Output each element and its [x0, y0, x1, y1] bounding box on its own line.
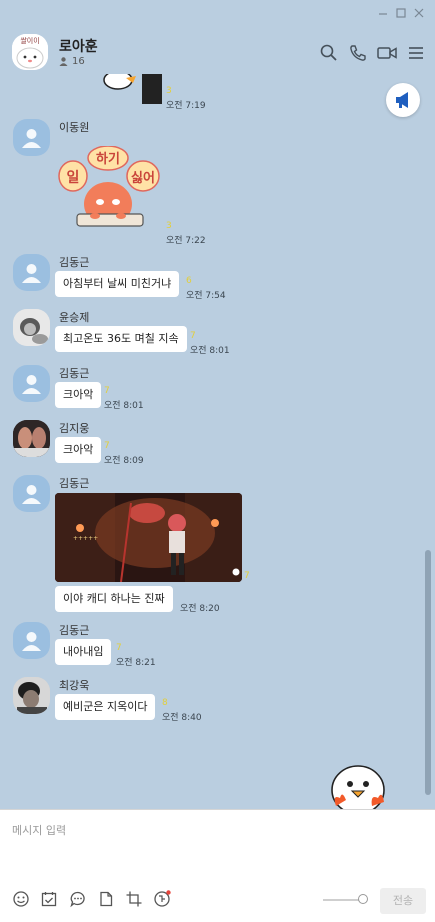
- message-bubble[interactable]: 내아내임: [55, 639, 112, 665]
- message-input[interactable]: 메시지 입력: [12, 822, 66, 838]
- window-title-bar: [0, 0, 435, 26]
- message-bubble[interactable]: 최고온도 36도 며칠 지속: [55, 326, 187, 352]
- sender-name: 최강욱: [59, 679, 90, 692]
- unread-count: 3: [166, 221, 172, 231]
- room-avatar-text: 쌀이이: [20, 36, 39, 45]
- translate-icon[interactable]: [153, 890, 171, 908]
- chat-header: 쌀이이 로아훈 16: [0, 26, 435, 80]
- crop-icon[interactable]: [125, 890, 143, 908]
- room-title[interactable]: 로아훈: [59, 36, 98, 56]
- message-time: 오전 8:21: [116, 658, 156, 668]
- message-time: 오전 7:19: [166, 101, 206, 111]
- message-time: 오전 8:09: [104, 456, 144, 466]
- image-hud-text: +++++: [73, 535, 99, 542]
- sender-name: 김동근: [59, 367, 90, 380]
- avatar[interactable]: [13, 254, 50, 291]
- sender-name: 김동근: [59, 256, 90, 269]
- sender-name: 김동근: [59, 477, 90, 490]
- unread-count: 7: [116, 643, 122, 653]
- chat-bubble-icon[interactable]: [69, 890, 87, 908]
- message-time: 오전 8:40: [162, 713, 202, 723]
- message-bubble[interactable]: 크아악: [55, 382, 102, 408]
- sticker-word: 일: [67, 170, 80, 186]
- message-time: 오전 8:20: [180, 604, 220, 614]
- minimize-icon[interactable]: [374, 4, 392, 22]
- unread-count: 6: [186, 276, 192, 286]
- message-time: 오전 7:22: [166, 236, 206, 246]
- avatar[interactable]: [13, 309, 50, 346]
- sender-name: 김지웅: [59, 422, 90, 435]
- message-time: 오전 8:01: [190, 346, 230, 356]
- unread-count: 3: [166, 86, 172, 96]
- avatar[interactable]: [13, 420, 50, 457]
- sticker-image[interactable]: [100, 74, 170, 110]
- member-icon: [59, 57, 68, 66]
- member-count-value: 16: [72, 56, 85, 67]
- file-icon[interactable]: [97, 890, 115, 908]
- calendar-check-icon[interactable]: [40, 890, 58, 908]
- emoticon-icon[interactable]: [12, 890, 30, 908]
- message-time: 오전 8:01: [104, 401, 144, 411]
- message-bubble[interactable]: 크아악: [55, 437, 102, 463]
- avatar[interactable]: [13, 475, 50, 512]
- message-time: 오전 7:54: [186, 291, 226, 301]
- search-icon[interactable]: [318, 42, 340, 64]
- unread-count: 7: [244, 571, 250, 581]
- maximize-icon[interactable]: [392, 4, 410, 22]
- menu-icon[interactable]: [405, 42, 427, 64]
- chat-window: 쌀이이 로아훈 16 3 오전 7:19 이동원 일 하기 싫어 3 오전 7:…: [0, 0, 435, 922]
- avatar[interactable]: [13, 622, 50, 659]
- message-bubble[interactable]: 이야 캐디 하나는 진짜: [55, 586, 173, 612]
- avatar[interactable]: [13, 365, 50, 402]
- sender-name: 이동원: [59, 121, 90, 134]
- phone-icon[interactable]: [347, 42, 369, 64]
- avatar[interactable]: [13, 119, 50, 156]
- unread-count: 7: [104, 386, 110, 396]
- opacity-slider-handle[interactable]: [358, 894, 368, 904]
- unread-count: 8: [162, 698, 168, 708]
- sticker-word: 싫어: [131, 170, 155, 186]
- message-list[interactable]: 3 오전 7:19 이동원 일 하기 싫어 3 오전 7:22 김동근 아침부터…: [0, 74, 435, 810]
- image-attachment[interactable]: +++++: [55, 493, 242, 582]
- close-icon[interactable]: [410, 4, 428, 22]
- message-bubble[interactable]: 예비군은 지옥이다: [55, 694, 156, 720]
- sticker-image[interactable]: 일 하기 싫어: [55, 146, 165, 234]
- sticker-image[interactable]: [328, 764, 394, 810]
- member-count[interactable]: 16: [59, 56, 85, 67]
- compose-area: 메시지 입력 전송: [0, 809, 435, 922]
- sender-name: 김동근: [59, 624, 90, 637]
- message-bubble[interactable]: 아침부터 날씨 미친거냐: [55, 271, 180, 297]
- video-call-icon[interactable]: [376, 42, 398, 64]
- scrollbar-thumb[interactable]: [425, 550, 431, 795]
- sticker-word: 하기: [96, 151, 120, 167]
- unread-count: 7: [104, 441, 110, 451]
- avatar[interactable]: [13, 677, 50, 714]
- unread-count: 7: [190, 331, 196, 341]
- room-avatar[interactable]: 쌀이이: [12, 34, 48, 70]
- sender-name: 윤승제: [59, 311, 90, 324]
- send-button[interactable]: 전송: [380, 888, 426, 914]
